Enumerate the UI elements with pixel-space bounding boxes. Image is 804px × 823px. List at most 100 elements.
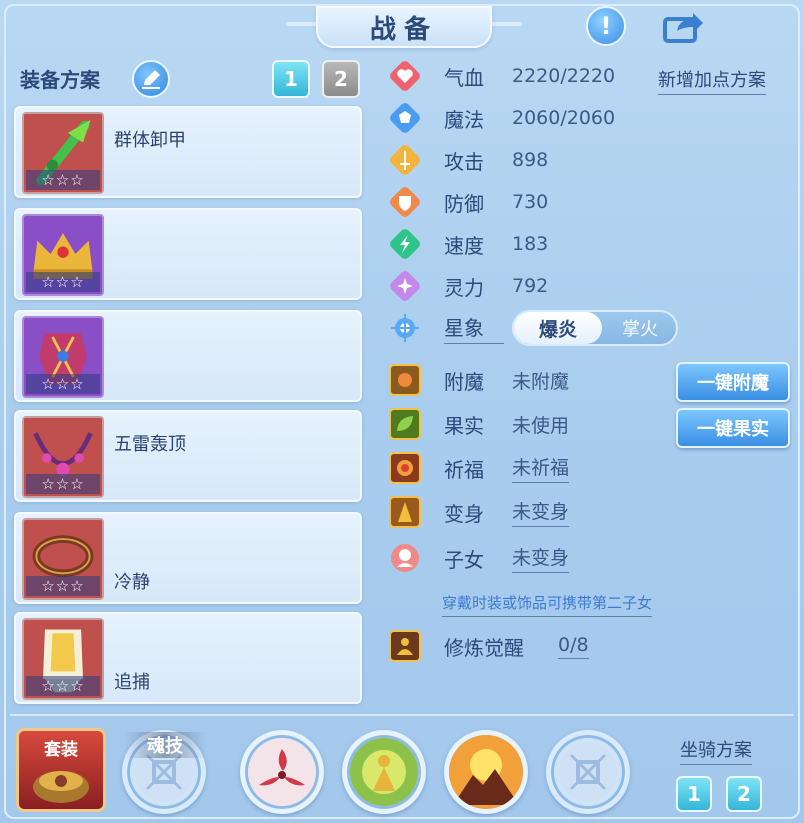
extra-value[interactable]: 未变身 bbox=[512, 497, 570, 527]
equip-icon-staff: ☆☆☆ bbox=[22, 112, 104, 194]
mount-plan-label[interactable]: 坐骑方案 bbox=[680, 736, 752, 765]
sword-icon bbox=[388, 143, 422, 177]
child-icon bbox=[388, 541, 422, 575]
equip-slot-5[interactable]: ☆☆☆ 冷静 bbox=[14, 512, 362, 604]
extra-row-fruit: 果实 未使用 bbox=[388, 404, 569, 444]
share-icon bbox=[663, 13, 703, 43]
stat-value: 792 bbox=[512, 275, 549, 297]
stat-value: 898 bbox=[512, 149, 549, 171]
toggle-option-active[interactable]: 爆炎 bbox=[514, 312, 602, 344]
cultivation-row: 修炼觉醒 0/8 bbox=[388, 626, 589, 666]
equip-icon-armor: ☆☆☆ bbox=[22, 316, 104, 398]
stat-label: 速度 bbox=[444, 233, 484, 258]
volcano-icon bbox=[449, 735, 523, 809]
cultivation-value[interactable]: 0/8 bbox=[558, 634, 589, 659]
star-rating: ☆☆☆ bbox=[26, 170, 100, 190]
skill-slot-2[interactable] bbox=[342, 730, 426, 814]
equip-icon-belt: ☆☆☆ bbox=[22, 518, 104, 600]
constellation-icon bbox=[388, 311, 422, 345]
share-button[interactable] bbox=[662, 8, 706, 44]
stat-value: 2220/2220 bbox=[512, 65, 616, 87]
transform-icon bbox=[388, 495, 422, 529]
star-rating: ☆☆☆ bbox=[26, 576, 100, 596]
blessing-icon bbox=[388, 451, 422, 485]
extra-label: 子女 bbox=[444, 547, 484, 572]
title-bar: 战备 bbox=[316, 6, 492, 48]
stat-label: 灵力 bbox=[444, 275, 484, 300]
stat-row-defense: 防御 730 bbox=[388, 182, 548, 222]
star-rating: ☆☆☆ bbox=[26, 272, 100, 292]
exclamation-icon: ! bbox=[600, 12, 612, 40]
mount-tab-2[interactable]: 2 bbox=[726, 776, 762, 812]
extra-label: 祈福 bbox=[444, 457, 484, 482]
extra-value: 未使用 bbox=[512, 414, 570, 437]
one-click-enchant-button[interactable]: 一键附魔 bbox=[676, 362, 790, 402]
heart-icon bbox=[388, 59, 422, 93]
golden-warrior-icon bbox=[350, 738, 418, 806]
equip-name: 五雷轰顶 bbox=[114, 434, 186, 455]
extra-value: 未附魔 bbox=[512, 370, 570, 393]
stat-value: 183 bbox=[512, 233, 549, 255]
mana-icon bbox=[388, 101, 422, 135]
triple-flame-icon bbox=[248, 738, 316, 806]
stat-row-attack: 攻击 898 bbox=[388, 140, 548, 180]
equip-plan-label: 装备方案 bbox=[20, 68, 100, 92]
extra-label: 附魔 bbox=[444, 369, 484, 394]
soul-skill-label: 魂技 bbox=[124, 732, 206, 758]
extra-label: 变身 bbox=[444, 501, 484, 526]
cultivation-label: 修炼觉醒 bbox=[444, 635, 524, 660]
equip-icon-boots: ☆☆☆ bbox=[22, 618, 104, 700]
extra-row-enchant: 附魔 未附魔 bbox=[388, 360, 569, 400]
plan-tab-2[interactable]: 2 bbox=[322, 60, 360, 98]
star-rating: ☆☆☆ bbox=[26, 374, 100, 394]
enchant-icon bbox=[388, 363, 422, 397]
cultivation-icon bbox=[388, 629, 422, 663]
skill-slot-1[interactable] bbox=[240, 730, 324, 814]
mount-tab-1[interactable]: 1 bbox=[676, 776, 712, 812]
one-click-fruit-button[interactable]: 一键果实 bbox=[676, 408, 790, 448]
extra-label: 果实 bbox=[444, 413, 484, 438]
extra-value[interactable]: 未祈福 bbox=[512, 453, 570, 483]
extra-row-transform: 变身 未变身 bbox=[388, 492, 570, 532]
plan-tab-1[interactable]: 1 bbox=[272, 60, 310, 98]
equip-icon-necklace: ☆☆☆ bbox=[22, 416, 104, 498]
info-button[interactable]: ! bbox=[586, 6, 626, 46]
add-stat-plan-link[interactable]: 新增加点方案 bbox=[658, 66, 766, 95]
equip-name: 群体卸甲 bbox=[114, 130, 186, 151]
stat-label: 气血 bbox=[444, 65, 484, 90]
equip-slot-2[interactable]: ☆☆☆ bbox=[14, 208, 362, 300]
leaf-icon bbox=[388, 407, 422, 441]
extra-value[interactable]: 未变身 bbox=[512, 543, 570, 573]
edit-plan-button[interactable] bbox=[132, 60, 170, 98]
equip-slot-3[interactable]: ☆☆☆ bbox=[14, 310, 362, 402]
stat-row-speed: 速度 183 bbox=[388, 224, 548, 264]
stat-label: 防御 bbox=[444, 191, 484, 216]
speed-icon bbox=[388, 227, 422, 261]
stat-label: 攻击 bbox=[444, 149, 484, 174]
equip-slot-1[interactable]: ☆☆☆ 群体卸甲 bbox=[14, 106, 362, 198]
spirit-icon bbox=[388, 269, 422, 303]
skill-slot-3[interactable] bbox=[444, 730, 528, 814]
extra-row-child: 子女 未变身 bbox=[388, 538, 570, 578]
constellation-toggle[interactable]: 爆炎 掌火 bbox=[512, 310, 678, 346]
toggle-option-inactive[interactable]: 掌火 bbox=[604, 312, 676, 344]
equip-icon-crown: ☆☆☆ bbox=[22, 214, 104, 296]
equip-name: 冷静 bbox=[114, 572, 150, 593]
equip-name: 追捕 bbox=[114, 672, 150, 693]
constellation-label[interactable]: 星象 bbox=[444, 312, 504, 344]
stat-row-constellation: 星象 bbox=[388, 308, 504, 348]
suit-button[interactable]: 套装 bbox=[16, 728, 106, 812]
pencil-icon bbox=[142, 70, 160, 89]
equip-slot-6[interactable]: ☆☆☆ 追捕 bbox=[14, 612, 362, 704]
child-hint-text[interactable]: 穿戴时装或饰品可携带第二子女 bbox=[442, 592, 653, 617]
skill-slot-4[interactable] bbox=[546, 730, 630, 814]
shield-icon bbox=[388, 185, 422, 219]
treasure-chest-icon bbox=[33, 771, 89, 803]
star-rating: ☆☆☆ bbox=[26, 474, 100, 494]
stat-value: 730 bbox=[512, 191, 549, 213]
stat-value: 2060/2060 bbox=[512, 107, 616, 129]
stat-row-mp: 魔法 2060/2060 bbox=[388, 98, 615, 138]
equip-slot-4[interactable]: ☆☆☆ 五雷轰顶 bbox=[14, 410, 362, 502]
page-title: 战备 bbox=[369, 14, 438, 45]
stat-row-spirit: 灵力 792 bbox=[388, 266, 548, 306]
